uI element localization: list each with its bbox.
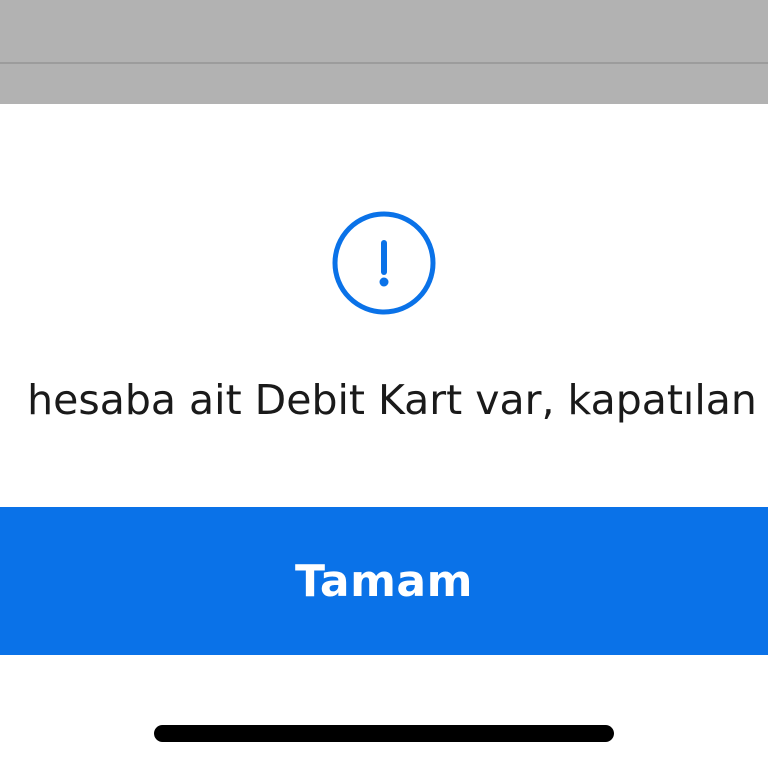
screen: hesaba ait Debit Kart var, kapatılan Tam…	[0, 0, 768, 768]
exclamation-circle-icon	[331, 210, 437, 316]
home-indicator[interactable]	[154, 725, 614, 742]
alert-sheet	[0, 104, 768, 768]
dimmed-background-overlay	[0, 0, 768, 104]
background-divider	[0, 62, 768, 64]
alert-message: hesaba ait Debit Kart var, kapatılan	[27, 376, 757, 424]
ok-button[interactable]: Tamam	[0, 507, 768, 655]
ok-button-label: Tamam	[295, 555, 473, 607]
